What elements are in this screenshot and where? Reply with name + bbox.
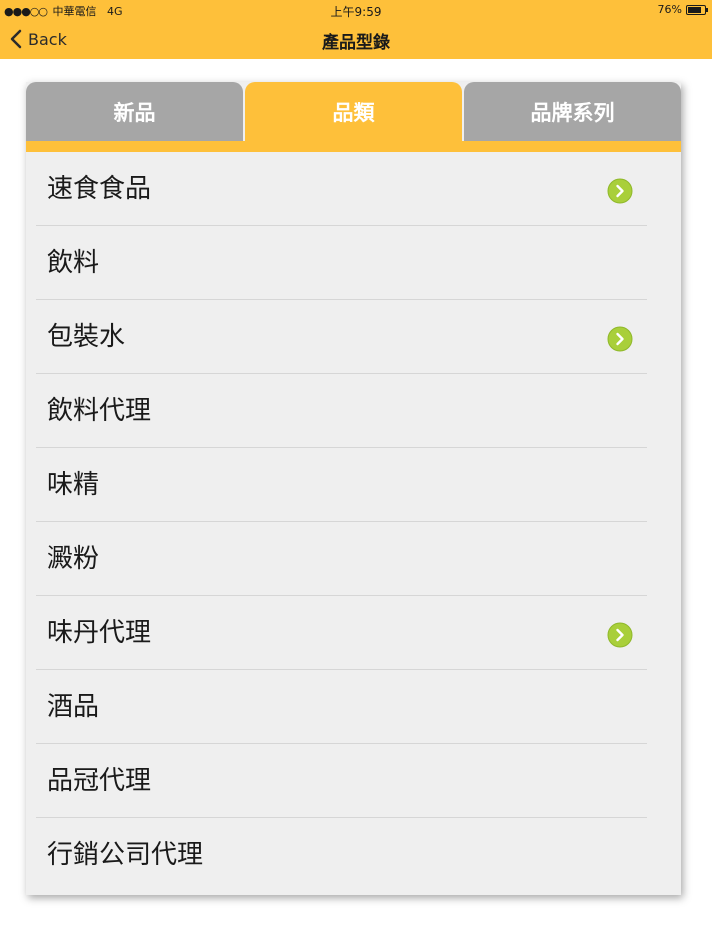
list-item-label: 包裝水 — [47, 322, 126, 352]
list-item-label: 行銷公司代理 — [47, 840, 204, 870]
list-item-label: 味丹代理 — [47, 618, 152, 648]
tab-bar: 新品 品類 品牌系列 — [26, 82, 681, 142]
page-title: 產品型錄 — [322, 33, 390, 53]
list-item[interactable]: 味丹代理 — [26, 596, 681, 670]
list-item-label: 飲料 — [47, 248, 100, 278]
chevron-right-circle-icon[interactable] — [607, 326, 633, 352]
tab-categories[interactable]: 品類 — [245, 82, 462, 142]
navigation-bar: ●●●○○ 中華電信 4G 上午9:59 76% Back 產品型錄 — [0, 0, 712, 59]
status-right: 76% — [657, 3, 708, 16]
tab-brand-series[interactable]: 品牌系列 — [464, 82, 681, 142]
list-item[interactable]: 飲料代理 — [26, 374, 681, 448]
category-list: 速食食品 飲料 包裝水 飲料代理 味精 澱粉 味丹代理 酒品 品冠代理 行銷公司… — [26, 152, 681, 892]
list-item[interactable]: 澱粉 — [26, 522, 681, 596]
battery-icon — [686, 4, 708, 15]
list-item-label: 澱粉 — [47, 544, 100, 574]
list-item[interactable]: 酒品 — [26, 670, 681, 744]
chevron-right-circle-icon[interactable] — [607, 622, 633, 648]
list-item[interactable]: 品冠代理 — [26, 744, 681, 818]
list-item[interactable]: 包裝水 — [26, 300, 681, 374]
list-item[interactable]: 飲料 — [26, 226, 681, 300]
status-time: 上午9:59 — [330, 5, 382, 19]
tab-new-products[interactable]: 新品 — [26, 82, 243, 142]
list-item-label: 飲料代理 — [47, 396, 152, 426]
battery-percent: 76% — [657, 3, 682, 16]
chevron-right-circle-icon[interactable] — [607, 178, 633, 204]
list-item-label: 味精 — [47, 470, 100, 500]
status-bar: ●●●○○ 中華電信 4G 上午9:59 76% — [0, 0, 712, 20]
list-item[interactable]: 速食食品 — [26, 152, 681, 226]
list-item[interactable]: 行銷公司代理 — [26, 818, 681, 892]
list-item-label: 品冠代理 — [47, 766, 152, 796]
list-item[interactable]: 味精 — [26, 448, 681, 522]
list-item-label: 速食食品 — [47, 174, 152, 204]
tab-indicator — [26, 141, 681, 152]
catalog-panel: 新品 品類 品牌系列 速食食品 飲料 包裝水 飲料代理 味精 澱粉 味丹代理 酒… — [26, 82, 681, 895]
list-item-label: 酒品 — [47, 692, 100, 722]
